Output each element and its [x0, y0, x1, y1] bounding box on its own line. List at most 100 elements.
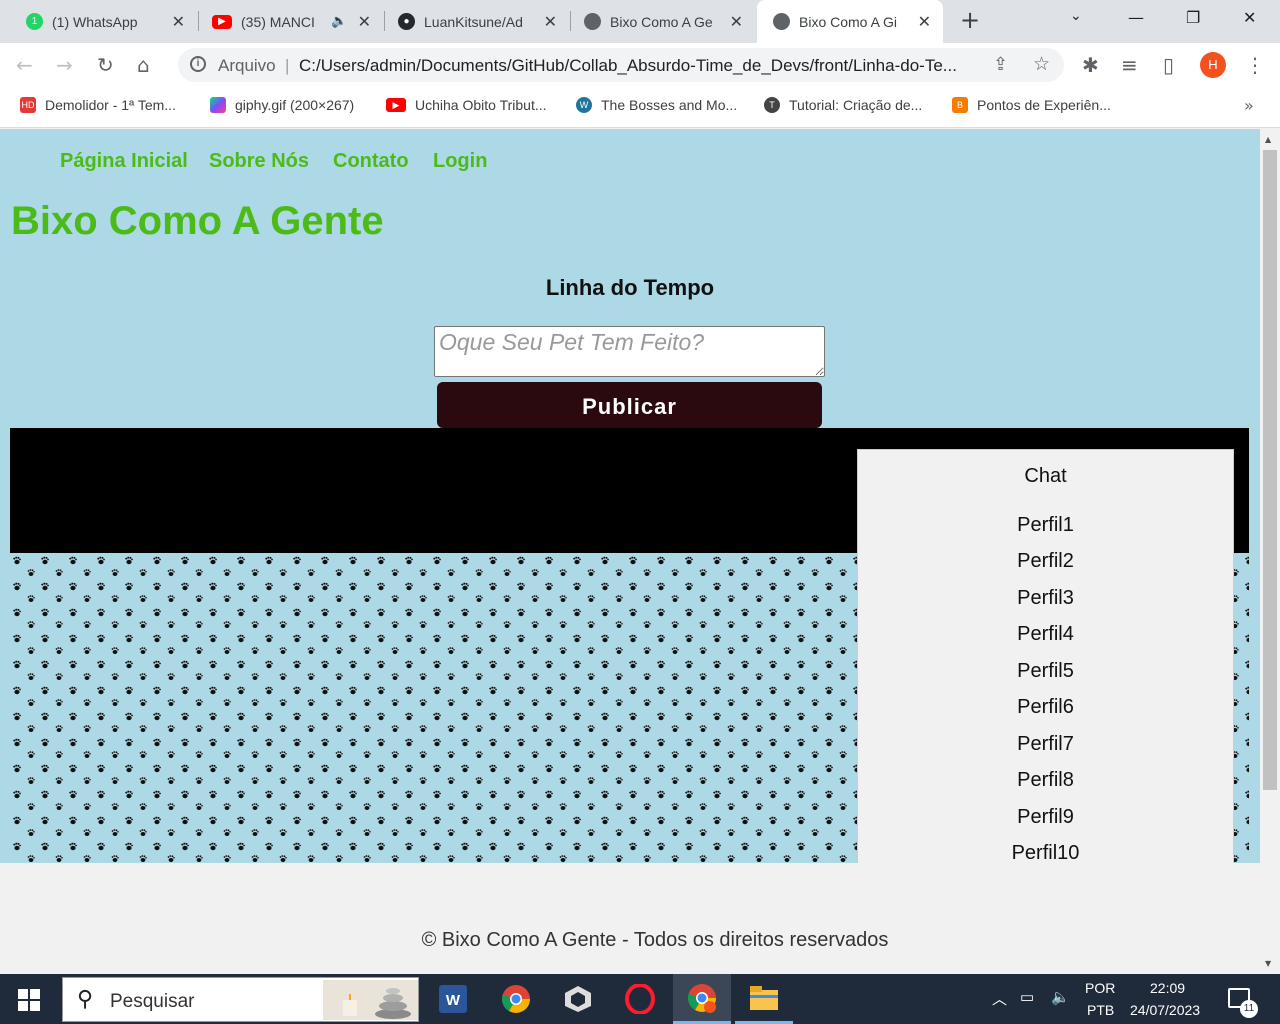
- address-separator: |: [285, 56, 290, 75]
- chrome-profile-icon[interactable]: [673, 974, 731, 1024]
- chat-profile-item[interactable]: Perfil1: [858, 514, 1233, 537]
- restore-icon[interactable]: ❐: [1186, 8, 1200, 27]
- chat-profile-item[interactable]: Perfil9: [858, 806, 1233, 829]
- language-top[interactable]: POR: [1085, 980, 1115, 996]
- chat-profile-item[interactable]: Perfil3: [858, 587, 1233, 610]
- chat-profile-item[interactable]: Perfil4: [858, 623, 1233, 646]
- browser-tab-active[interactable]: Bixo Como A Gi ✕: [757, 0, 943, 43]
- publish-button[interactable]: Publicar: [437, 382, 822, 428]
- extensions-icon[interactable]: ✱: [1082, 53, 1099, 77]
- chat-profile-item[interactable]: Perfil7: [858, 733, 1233, 756]
- page-header-area: Página Inicial Sobre Nós Contato Login B…: [0, 129, 1260, 863]
- word-icon[interactable]: W: [424, 974, 482, 1024]
- chat-profile-item[interactable]: Perfil2: [858, 550, 1233, 573]
- scroll-up-icon[interactable]: ▲: [1265, 135, 1271, 144]
- chat-profile-item[interactable]: Perfil6: [858, 696, 1233, 719]
- avatar[interactable]: H: [1200, 52, 1226, 78]
- close-icon[interactable]: ✕: [544, 12, 557, 32]
- scroll-down-icon[interactable]: ▼: [1265, 959, 1271, 968]
- search-highlight-image: [323, 980, 418, 1020]
- taskbar-search-label: Pesquisar: [110, 991, 195, 1012]
- bookmark-item[interactable]: T Tutorial: Criação de...: [764, 97, 922, 113]
- whatsapp-icon: 1: [26, 13, 43, 30]
- more-menu-icon[interactable]: ⋮: [1245, 53, 1265, 77]
- clock-date[interactable]: 24/07/2023: [1130, 1002, 1200, 1018]
- forward-icon[interactable]: →: [56, 53, 73, 77]
- giphy-icon: [210, 97, 226, 113]
- chat-panel: Chat Perfil1 Perfil2 Perfil3 Perfil4 Per…: [857, 449, 1234, 863]
- more-bookmarks-icon[interactable]: »: [1244, 96, 1254, 115]
- network-icon[interactable]: ▭: [1020, 988, 1034, 1006]
- back-icon[interactable]: ←: [16, 53, 33, 77]
- tab-title: (1) WhatsApp: [52, 13, 138, 30]
- share-icon[interactable]: ⇪: [993, 54, 1008, 75]
- bookmark-label: The Bosses and Mo...: [601, 97, 738, 113]
- info-icon[interactable]: i: [190, 56, 206, 72]
- close-icon[interactable]: ✕: [172, 12, 185, 32]
- minimize-icon[interactable]: —: [1128, 8, 1144, 27]
- side-panel-icon[interactable]: ▯: [1163, 53, 1174, 77]
- bookmark-item[interactable]: ▶ Uchiha Obito Tribut...: [386, 97, 547, 113]
- new-tab-icon[interactable]: +: [960, 6, 980, 34]
- scroll-thumb[interactable]: [1263, 150, 1277, 790]
- post-input[interactable]: [434, 326, 825, 377]
- chevron-up-icon[interactable]: ︿: [992, 988, 1007, 1009]
- scrollbar[interactable]: ▲ ▼: [1260, 129, 1280, 974]
- chevron-down-icon[interactable]: ⌄: [1070, 8, 1082, 24]
- close-icon[interactable]: ✕: [730, 12, 743, 32]
- nav-about[interactable]: Sobre Nós: [209, 150, 309, 173]
- media-control-icon[interactable]: ≡: [1121, 53, 1138, 77]
- opera-icon[interactable]: [611, 974, 669, 1024]
- chat-profile-item[interactable]: Perfil5: [858, 660, 1233, 683]
- taskbar-search[interactable]: ⚲ Pesquisar: [62, 977, 419, 1022]
- bookmark-label: Demolidor - 1ª Tem...: [45, 97, 176, 113]
- window-close-icon[interactable]: ✕: [1243, 8, 1256, 27]
- tab-title: (35) MANCI: [241, 13, 315, 30]
- browser-toolbar: ← → ↻ ⌂ i Arquivo | C:/Users/admin/Docum…: [0, 43, 1280, 88]
- browser-tab[interactable]: ● LuanKitsune/Ad ✕: [372, 0, 569, 43]
- github-icon: ●: [398, 13, 415, 30]
- bookmark-item[interactable]: giphy.gif (200×267): [210, 97, 354, 113]
- browser-tab[interactable]: ▶ (35) MANCI 🔈 ✕: [186, 0, 383, 43]
- browser-tab[interactable]: Bixo Como A Ge ✕: [558, 0, 755, 43]
- windows-taskbar: ⚲ Pesquisar W ︿ ▭ 🔈 POR PTB 22:09 24/07/…: [0, 974, 1280, 1024]
- chat-profile-item[interactable]: Perfil10: [858, 842, 1233, 863]
- speaker-icon[interactable]: 🔈: [331, 13, 347, 29]
- file-explorer-icon[interactable]: [735, 974, 793, 1024]
- reload-icon[interactable]: ↻: [97, 53, 114, 77]
- address-url[interactable]: C:/Users/admin/Documents/GitHub/Collab_A…: [299, 56, 979, 76]
- language-bottom[interactable]: PTB: [1087, 1002, 1114, 1018]
- nav-contact[interactable]: Contato: [333, 150, 409, 173]
- unity-icon[interactable]: [549, 974, 607, 1024]
- bookmark-item[interactable]: W The Bosses and Mo...: [576, 97, 737, 113]
- star-icon[interactable]: ☆: [1033, 53, 1050, 76]
- bookmark-item[interactable]: HD Demolidor - 1ª Tem...: [20, 97, 176, 113]
- page-viewport: Página Inicial Sobre Nós Contato Login B…: [0, 129, 1260, 974]
- clock-time[interactable]: 22:09: [1150, 980, 1185, 996]
- nav-login[interactable]: Login: [433, 150, 487, 173]
- chat-profile-item[interactable]: Perfil8: [858, 769, 1233, 792]
- youtube-icon: ▶: [212, 14, 232, 29]
- browser-tab[interactable]: 1 (1) WhatsApp ✕: [0, 0, 197, 43]
- timeline-title: Linha do Tempo: [545, 275, 715, 300]
- browser-tab-strip: 1 (1) WhatsApp ✕ ▶ (35) MANCI 🔈 ✕ ● Luan…: [0, 0, 1280, 43]
- globe-icon: [773, 13, 790, 30]
- home-icon[interactable]: ⌂: [137, 53, 150, 77]
- chat-title: Chat: [1024, 465, 1067, 487]
- globe-icon: [584, 13, 601, 30]
- blogger-icon: B: [952, 97, 968, 113]
- tab-title: Bixo Como A Gi: [799, 13, 898, 30]
- close-icon[interactable]: ✕: [358, 12, 371, 32]
- tab-title: LuanKitsune/Ad: [424, 13, 523, 30]
- chrome-icon[interactable]: [487, 974, 545, 1024]
- bookmark-item[interactable]: B Pontos de Experiên...: [952, 97, 1111, 113]
- search-icon: ⚲: [77, 987, 94, 1012]
- close-icon[interactable]: ✕: [918, 12, 931, 32]
- windows-start-icon[interactable]: [18, 989, 40, 1011]
- bookmark-label: giphy.gif (200×267): [235, 97, 355, 113]
- volume-icon[interactable]: 🔈: [1051, 988, 1070, 1006]
- address-bar[interactable]: i Arquivo | C:/Users/admin/Documents/Git…: [178, 48, 1064, 82]
- address-scheme: Arquivo: [218, 56, 276, 75]
- wordpress-icon: W: [576, 97, 592, 113]
- nav-home[interactable]: Página Inicial: [60, 150, 188, 173]
